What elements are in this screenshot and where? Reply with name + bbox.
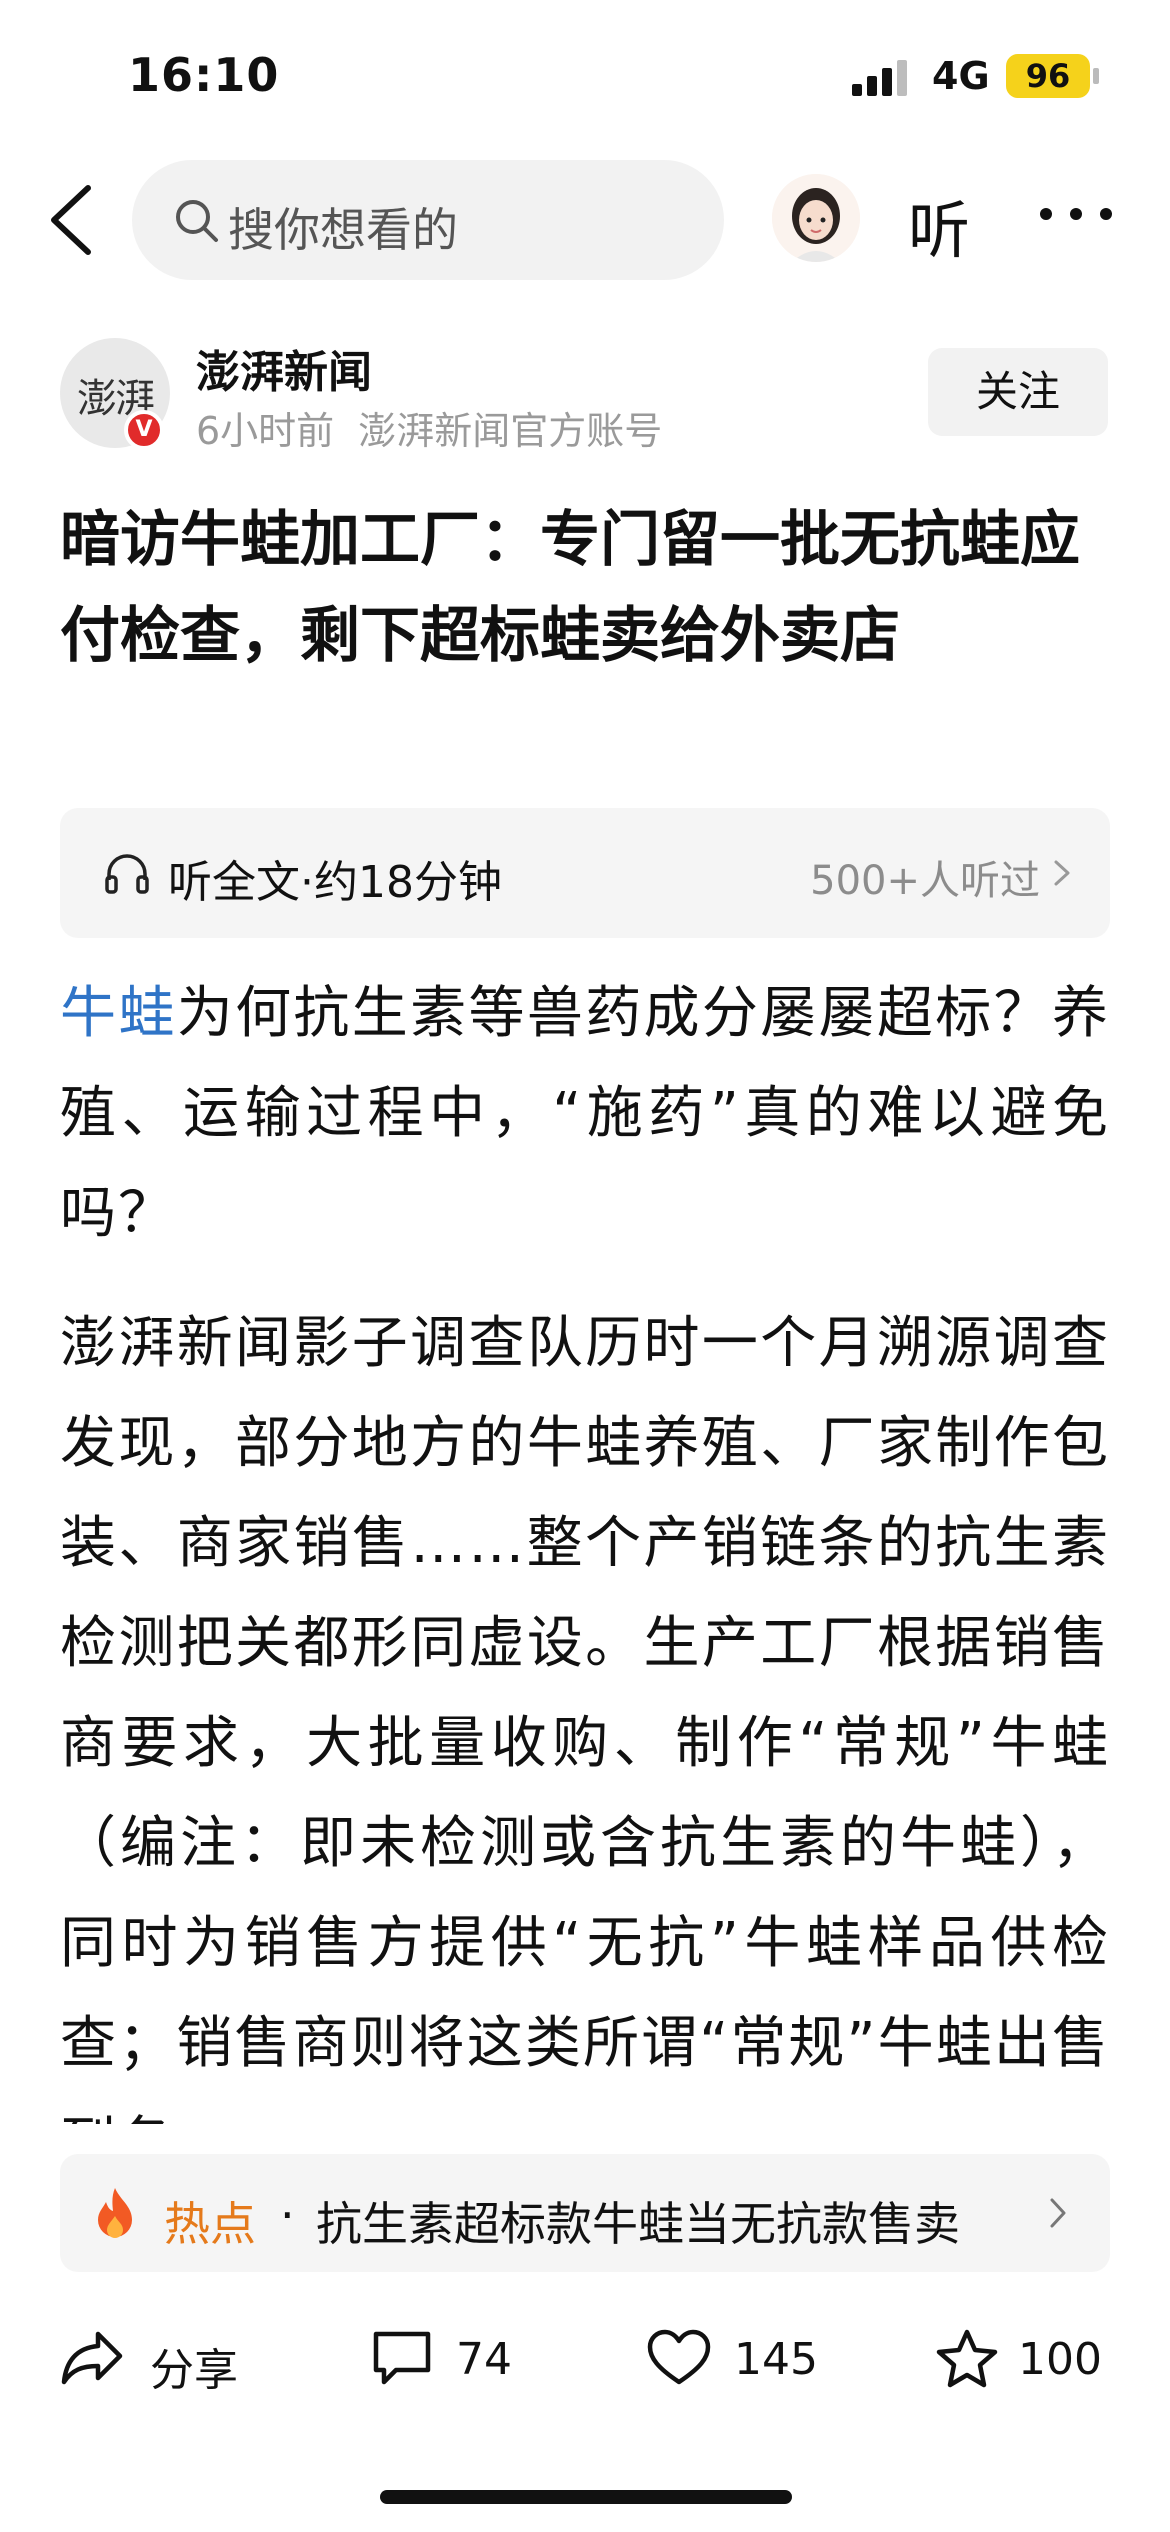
share-button[interactable]: 分享 <box>60 2324 260 2396</box>
author-meta: 6小时前 澎湃新闻官方账号 <box>196 400 662 455</box>
hot-topic-bar[interactable]: 热点 · 抗生素超标款牛蛙当无抗款售卖 <box>60 2154 1110 2272</box>
chevron-right-icon <box>1050 2198 1066 2228</box>
search-icon <box>176 200 218 242</box>
favorite-button[interactable]: 100 <box>934 2324 1134 2394</box>
search-placeholder: 搜你想看的 <box>228 203 458 257</box>
more-icon[interactable] <box>1040 200 1120 220</box>
listen-duration: ·约18分钟 <box>300 857 502 908</box>
listen-full-text-bar[interactable]: 听全文·约18分钟 500+人听过 <box>60 808 1110 938</box>
comment-button[interactable]: 74 <box>370 2324 540 2394</box>
home-indicator[interactable] <box>380 2490 792 2504</box>
article-title: 暗访牛蛙加工厂：专门留一批无抗蛙应付检查，剩下超标蛙卖给外卖店 <box>60 505 1080 671</box>
comment-icon <box>373 2331 431 2385</box>
battery-cap <box>1093 68 1099 84</box>
article-paragraph-2: 澎湃新闻影子调查队历时一个月溯源调查发现，部分地方的牛蛙养殖、厂家制作包装、商家… <box>60 1311 1110 2124</box>
share-label: 分享 <box>150 2345 238 2396</box>
battery-icon: 96 <box>1006 54 1090 98</box>
listen-button[interactable]: 听 <box>908 180 970 270</box>
top-nav: 搜你想看的 听 <box>0 150 1170 290</box>
like-count: 145 <box>734 2334 818 2385</box>
account-type: 澎湃新闻官方账号 <box>358 409 663 453</box>
hot-topic-text: 抗生素超标款牛蛙当无抗款售卖 <box>316 2197 960 2251</box>
like-button[interactable]: 145 <box>646 2324 856 2394</box>
bottom-toolbar: 分享 74 145 100 <box>0 2300 1170 2420</box>
listen-full-text-label: 听全文·约18分钟 <box>168 846 502 910</box>
author-name[interactable]: 澎湃新闻 <box>196 336 372 400</box>
paragraph-1-text: 为何抗生素等兽药成分屡屡超标？养殖、运输过程中，“施药”真的难以避免吗？ <box>60 981 1111 1246</box>
heart-icon <box>647 2329 711 2385</box>
hot-separator: · <box>280 2188 295 2242</box>
star-icon <box>936 2329 998 2388</box>
keyword-link[interactable]: 牛蛙 <box>60 981 177 1046</box>
follow-button[interactable]: 关注 <box>928 348 1108 436</box>
headphone-icon <box>105 854 149 894</box>
verified-badge-icon: V <box>124 410 164 450</box>
avatar[interactable] <box>772 174 860 262</box>
favorite-count: 100 <box>1018 2334 1102 2385</box>
listen-count: 500+人听过 <box>810 858 1040 904</box>
chevron-right-icon <box>1054 860 1070 886</box>
article-paragraph-1: 牛蛙为何抗生素等兽药成分屡屡超标？养殖、运输过程中，“施药”真的难以避免吗？ <box>60 964 1110 1264</box>
post-time: 6小时前 <box>196 409 335 453</box>
signal-icon <box>852 60 908 96</box>
share-icon <box>61 2331 123 2385</box>
back-arrow-icon[interactable] <box>40 182 110 258</box>
status-bar: 16:10 4G 96 <box>0 0 1170 150</box>
search-input[interactable]: 搜你想看的 <box>132 160 724 280</box>
avatar-illustration <box>772 174 860 262</box>
hot-label: 热点 <box>164 2197 256 2251</box>
fire-icon <box>98 2188 132 2238</box>
comment-count: 74 <box>456 2334 512 2385</box>
network-type: 4G <box>932 54 990 98</box>
listen-label: 听全文 <box>168 857 300 908</box>
status-time: 16:10 <box>128 48 280 102</box>
